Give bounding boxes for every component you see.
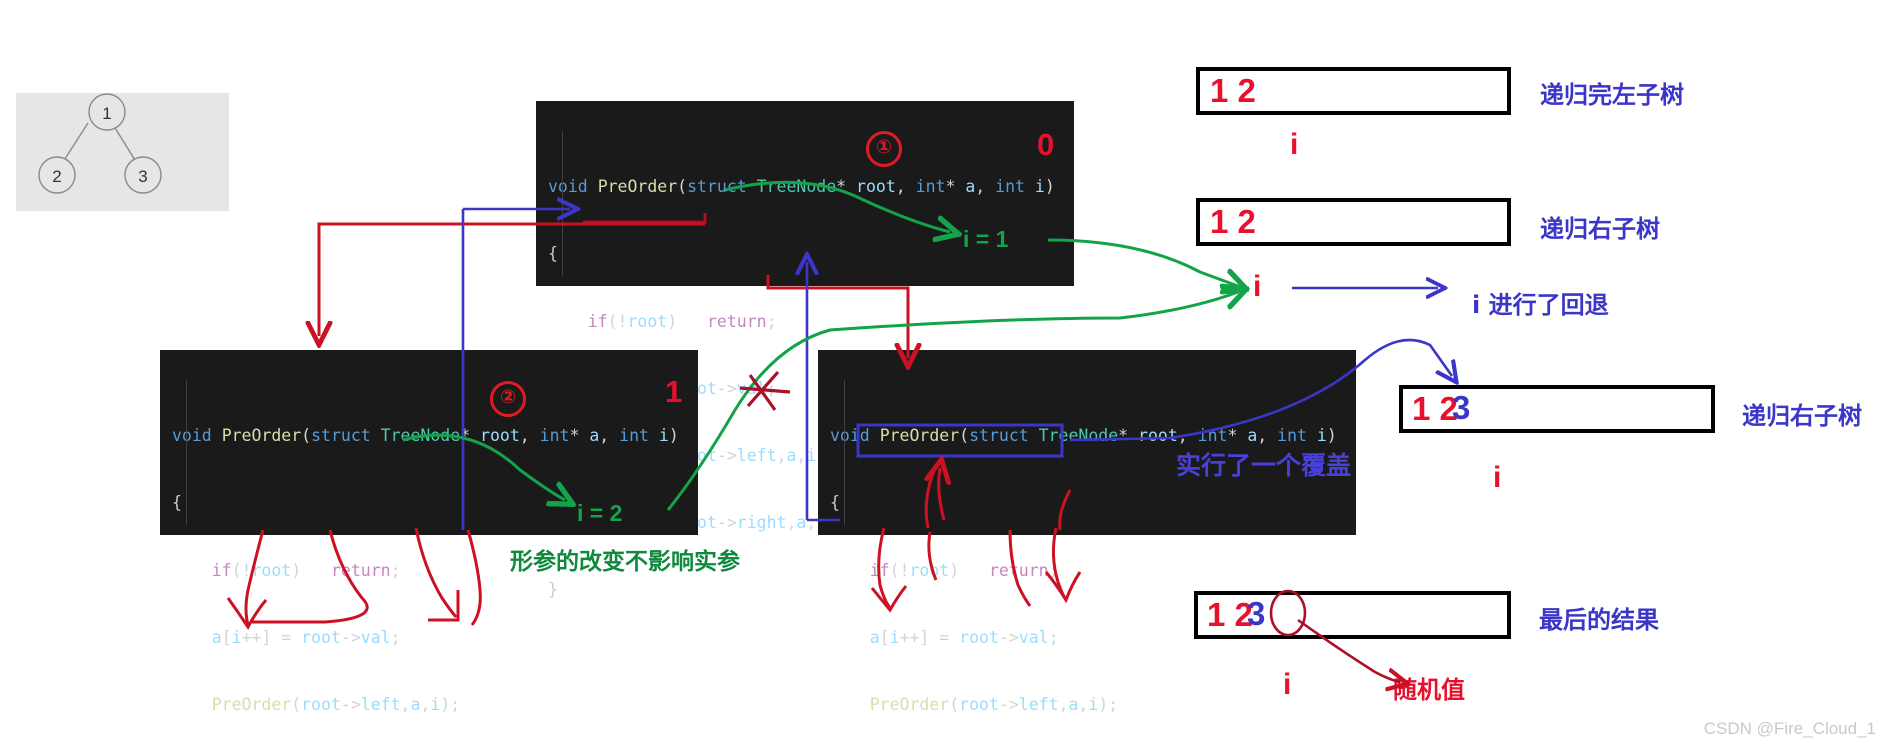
result-box-3-i-marker: i	[1493, 461, 1502, 494]
frame-2-order-marker: ②	[490, 381, 526, 417]
frame-1-i-value: 0	[1037, 127, 1055, 162]
tree-node-left-label: 2	[52, 167, 61, 186]
code-line: if(!root) return;	[587, 311, 777, 331]
watermark: CSDN @Fire_Cloud_1	[1703, 719, 1876, 738]
frame-1-order-marker: ①	[866, 131, 902, 167]
overwrite-note: 实行了一个覆盖	[1176, 451, 1352, 480]
result-box-1-label: 递归完左子树	[1540, 81, 1684, 109]
result-box-3-label: 递归右子树	[1742, 402, 1862, 430]
result-box-3-digits: 1 2	[1412, 390, 1458, 427]
code-line: void PreOrder(struct TreeNode* root, int…	[172, 426, 679, 446]
code-block-frame-3: void PreOrder(struct TreeNode* root, int…	[818, 350, 1356, 714]
green-note: 形参的改变不影响实参	[510, 549, 740, 575]
code-line: void PreOrder(struct TreeNode* root, int…	[830, 426, 1337, 446]
i-backtrack-note: i 进行了回退	[1472, 291, 1609, 319]
code-line: {	[830, 493, 840, 513]
binary-tree-svg: 1 2 3	[38, 93, 162, 194]
tree-node-right-label: 3	[138, 167, 147, 186]
middle-i-marker: i	[1253, 270, 1262, 303]
i-eq-2-label: i = 2	[577, 500, 623, 526]
result-box-1-digits: 1 2	[1210, 72, 1256, 109]
result-box-4-overwrite-digit: 3	[1247, 595, 1266, 632]
i-eq-1-label: i = 1	[963, 226, 1009, 252]
result-box-3-overwrite-digit: 3	[1452, 389, 1471, 426]
frame-2-i-value: 1	[665, 374, 683, 409]
green-arrow-to-right-i	[1047, 238, 1238, 286]
result-box-2-digits: 1 2	[1210, 203, 1256, 240]
random-value-note: 随机值	[1393, 676, 1465, 704]
code-line: if(!root) return;	[869, 560, 1059, 580]
tree-node-root-label: 1	[102, 104, 111, 123]
result-box-4-label: 最后的结果	[1539, 606, 1659, 634]
result-box-4-digits: 1 2	[1207, 596, 1253, 633]
code-block-frame-1: void PreOrder(struct TreeNode* root, int…	[536, 101, 1074, 599]
result-box-4-i-marker: i	[1283, 668, 1292, 701]
diagram-canvas: 1 2 3 void PreOrder(struct TreeNode* roo…	[0, 0, 1890, 749]
binary-tree-panel: 1 2 3	[16, 93, 229, 211]
code-line: PreOrder(root->left,a,i);	[869, 695, 1119, 715]
result-box-1-i-marker: i	[1290, 128, 1299, 161]
code-line: a[i++] = root->val;	[211, 627, 401, 647]
code-line: void PreOrder(struct TreeNode* root, int…	[548, 177, 1055, 197]
code-line: PreOrder(root->left,a,i);	[211, 695, 461, 715]
result-box-2-label: 递归右子树	[1540, 215, 1660, 243]
